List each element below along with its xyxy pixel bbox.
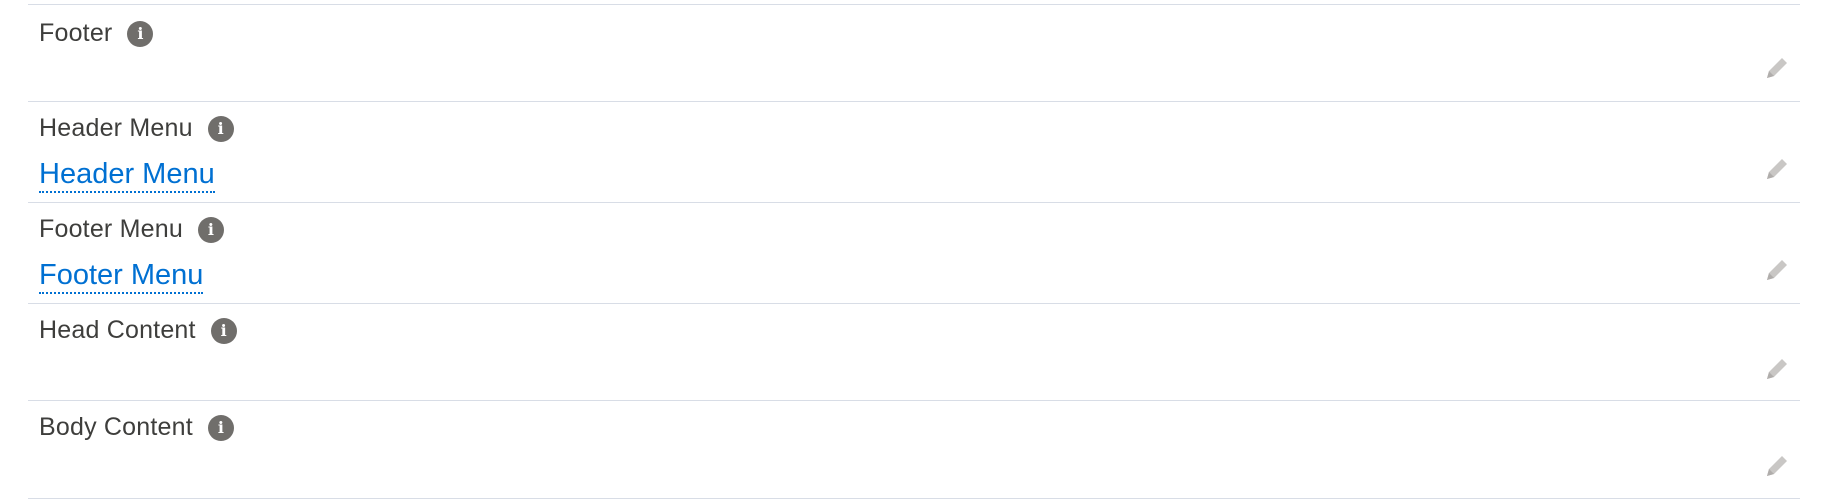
field-row-body-content: Body Content i — [28, 400, 1800, 499]
field-label: Head Content — [39, 316, 196, 344]
edit-icon[interactable] — [1762, 53, 1792, 83]
info-icon[interactable]: i — [197, 216, 224, 243]
field-row-head-content: Head Content i — [28, 303, 1800, 400]
info-icon[interactable]: i — [207, 414, 234, 441]
field-label: Footer Menu — [39, 215, 183, 243]
field-label: Header Menu — [39, 114, 193, 142]
footer-menu-link[interactable]: Footer Menu — [39, 259, 204, 294]
field-label-line: Header Menu i — [39, 114, 234, 143]
field-label-line: Footer i — [39, 19, 154, 48]
field-row-footer-menu: Footer Menu i Footer Menu — [28, 202, 1800, 303]
info-icon[interactable]: i — [210, 317, 237, 344]
field-label-line: Footer Menu i — [39, 215, 224, 244]
field-label-line: Body Content i — [39, 413, 234, 442]
edit-icon[interactable] — [1762, 255, 1792, 285]
header-menu-link[interactable]: Header Menu — [39, 158, 215, 193]
field-row-header-menu: Header Menu i Header Menu — [28, 101, 1800, 202]
edit-icon[interactable] — [1762, 354, 1792, 384]
edit-icon[interactable] — [1762, 154, 1792, 184]
field-label: Body Content — [39, 413, 193, 441]
info-icon[interactable]: i — [127, 20, 154, 47]
edit-icon[interactable] — [1762, 451, 1792, 481]
field-row-footer: Footer i — [28, 4, 1800, 101]
field-label: Footer — [39, 19, 113, 47]
field-label-line: Head Content i — [39, 316, 237, 345]
info-icon[interactable]: i — [207, 115, 234, 142]
